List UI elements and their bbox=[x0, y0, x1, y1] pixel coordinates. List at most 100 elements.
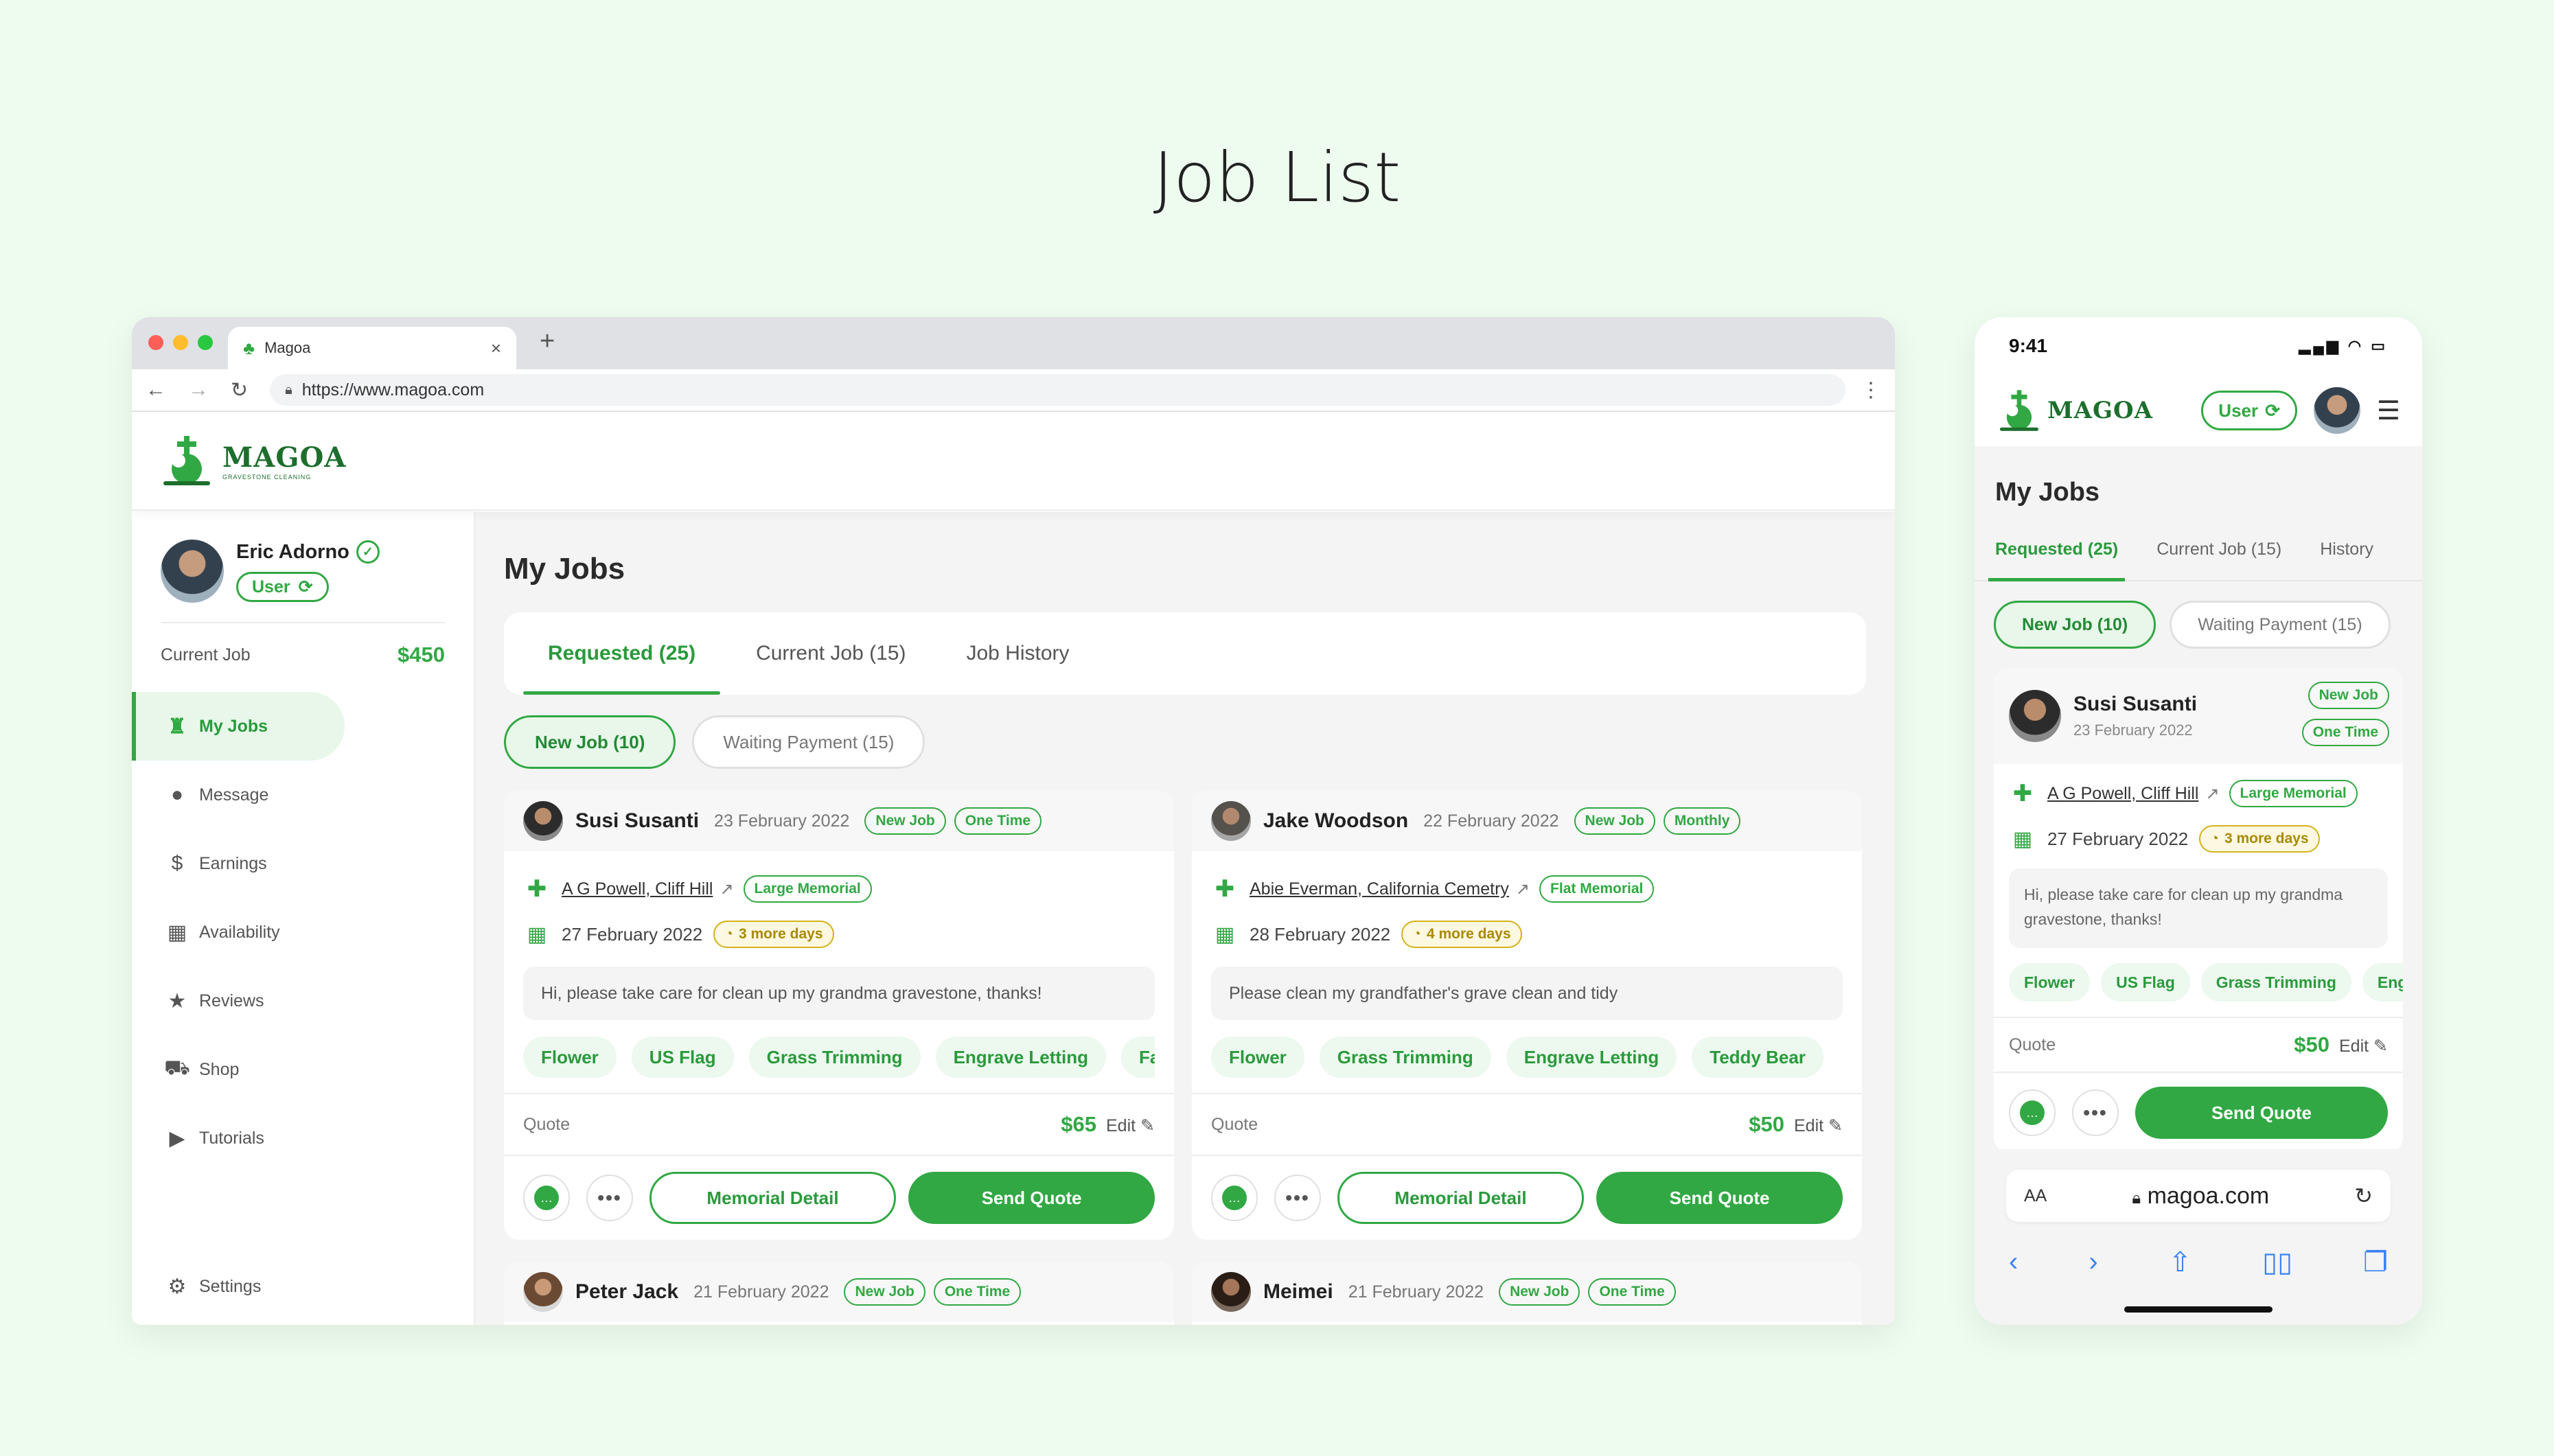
sidebar-item-message[interactable]: ● Message bbox=[132, 761, 474, 829]
reload-icon[interactable]: ↻ bbox=[231, 378, 248, 402]
job-card-header: Jake Woodson 22 February 2022 New Job Mo… bbox=[1192, 791, 1862, 851]
more-icon: ••• bbox=[1285, 1187, 1310, 1208]
verified-icon: ✓ bbox=[356, 540, 380, 564]
more-options-button[interactable]: ••• bbox=[1274, 1175, 1321, 1221]
job-card-actions: … ••• Memorial Detail Send Quote bbox=[504, 1155, 1174, 1240]
new-tab-button[interactable]: + bbox=[540, 327, 555, 356]
back-icon[interactable]: ‹ bbox=[2009, 1247, 2018, 1278]
tab-history[interactable]: History bbox=[2320, 518, 2373, 580]
filter-new-job[interactable]: New Job (10) bbox=[504, 715, 676, 769]
job-card-grid: Susi Susanti 23 February 2022 New Job On… bbox=[504, 791, 1866, 1325]
external-link-icon[interactable]: ↗ bbox=[2205, 784, 2219, 804]
sidebar-item-availability[interactable]: ▦ Availability bbox=[132, 898, 474, 967]
send-quote-button[interactable]: Send Quote bbox=[2135, 1087, 2388, 1139]
more-options-button[interactable]: ••• bbox=[2072, 1089, 2119, 1136]
cart-icon: ⛟ bbox=[164, 1056, 190, 1079]
broom-icon: ♜ bbox=[168, 715, 187, 738]
tabs-icon[interactable]: ❐ bbox=[2363, 1247, 2388, 1278]
memorial-detail-button[interactable]: Memorial Detail bbox=[649, 1172, 897, 1224]
profile-block: Eric Adorno ✓ User ⟳ bbox=[132, 512, 474, 603]
chat-icon: ● bbox=[170, 783, 184, 806]
service-chips: Flower US Flag Grass Trimming Engrave Le… bbox=[2009, 963, 2403, 1002]
filter-waiting-payment[interactable]: Waiting Payment (15) bbox=[692, 715, 925, 769]
reload-icon[interactable]: ↻ bbox=[2354, 1183, 2373, 1209]
sidebar-item-reviews[interactable]: ★ Reviews bbox=[132, 967, 474, 1035]
text-size-button[interactable]: AA bbox=[2024, 1186, 2047, 1206]
chat-button[interactable]: … bbox=[2009, 1089, 2056, 1136]
edit-quote-button[interactable]: Edit ✎ bbox=[2339, 1037, 2388, 1056]
status-time: 9:41 bbox=[2009, 335, 2048, 356]
sidebar-item-tutorials[interactable]: ▶ Tutorials bbox=[132, 1104, 474, 1172]
role-switch-button[interactable]: User ⟳ bbox=[236, 572, 329, 602]
close-window-dot[interactable] bbox=[148, 335, 163, 350]
role-switch-button[interactable]: User ⟳ bbox=[2201, 391, 2297, 430]
forward-icon[interactable]: → bbox=[188, 378, 209, 402]
browser-tab[interactable]: ♣ Magoa × bbox=[228, 327, 516, 369]
tab-requested[interactable]: Requested (25) bbox=[522, 612, 721, 695]
home-indicator bbox=[2124, 1306, 2273, 1313]
browser-tab-strip: ♣ Magoa × + bbox=[132, 317, 1895, 369]
bookmarks-icon[interactable]: ▯▯ bbox=[2262, 1247, 2292, 1278]
forward-icon[interactable]: › bbox=[2089, 1247, 2097, 1278]
customer-avatar bbox=[2009, 690, 2061, 742]
sidebar-item-label: Message bbox=[199, 785, 269, 805]
location-link[interactable]: A G Powell, Cliff Hill bbox=[562, 879, 713, 899]
customer-avatar bbox=[523, 801, 563, 841]
quote-label: Quote bbox=[523, 1114, 571, 1134]
chat-button[interactable]: … bbox=[523, 1175, 570, 1221]
edit-quote-button[interactable]: Edit ✎ bbox=[1106, 1116, 1155, 1135]
role-label: User bbox=[252, 577, 290, 597]
tab-title: Magoa bbox=[264, 339, 311, 356]
tab-requested[interactable]: Requested (25) bbox=[1988, 518, 2126, 581]
sidebar-item-shop[interactable]: ⛟ Shop bbox=[132, 1035, 474, 1104]
hamburger-menu-icon[interactable]: ☰ bbox=[2377, 395, 2400, 426]
external-link-icon[interactable]: ↗ bbox=[720, 879, 733, 899]
more-icon: ••• bbox=[2083, 1102, 2108, 1123]
service-chip: Flower bbox=[2009, 963, 2091, 1002]
job-card-actions: … ••• Send Quote bbox=[1994, 1072, 2403, 1153]
magoa-logo[interactable]: MAGOA GRAVESTONE CLEANING bbox=[159, 433, 346, 488]
logo-icon[interactable] bbox=[1997, 388, 2042, 433]
tab-current-job[interactable]: Current Job (15) bbox=[2156, 518, 2281, 580]
location-link[interactable]: A G Powell, Cliff Hill bbox=[2047, 784, 2198, 804]
browser-menu-icon[interactable]: ⋮ bbox=[1861, 378, 1881, 402]
minimize-window-dot[interactable] bbox=[173, 335, 188, 350]
tab-close-icon[interactable]: × bbox=[491, 338, 501, 359]
job-type-tag: New Job bbox=[2308, 682, 2389, 709]
pencil-icon: ✎ bbox=[1828, 1116, 1843, 1135]
current-job-label: Current Job bbox=[161, 645, 251, 665]
sidebar-item-settings[interactable]: ⚙ Settings bbox=[132, 1252, 262, 1321]
sidebar-item-earnings[interactable]: $ Earnings bbox=[132, 829, 474, 898]
maximize-window-dot[interactable] bbox=[198, 335, 213, 350]
location-link[interactable]: Abie Everman, California Cemetry bbox=[1250, 879, 1509, 899]
url-text: https://www.magoa.com bbox=[301, 380, 485, 400]
current-job-summary: Current Job $450 bbox=[161, 622, 445, 667]
share-icon[interactable]: ⇧ bbox=[2169, 1247, 2192, 1278]
switch-icon: ⟳ bbox=[298, 577, 313, 597]
sidebar-item-my-jobs[interactable]: ♜ My Jobs bbox=[132, 692, 345, 761]
send-quote-button[interactable]: Send Quote bbox=[908, 1172, 1155, 1224]
service-chip: Flower bbox=[1211, 1037, 1304, 1078]
favicon-icon: ♣ bbox=[243, 337, 255, 358]
send-quote-button[interactable]: Send Quote bbox=[1596, 1172, 1843, 1224]
avatar[interactable] bbox=[161, 540, 224, 603]
filter-waiting-payment[interactable]: Waiting Payment (15) bbox=[2170, 601, 2391, 649]
chat-button[interactable]: … bbox=[1211, 1175, 1258, 1221]
mobile-app-header: MAGOA User ⟳ ☰ bbox=[1975, 375, 2422, 446]
avatar[interactable] bbox=[2313, 387, 2360, 434]
url-bar[interactable]: 🔒︎ https://www.magoa.com bbox=[270, 374, 1845, 406]
tab-job-history[interactable]: Job History bbox=[967, 612, 1070, 695]
quote-row: Quote $50 Edit ✎ bbox=[1192, 1093, 1862, 1155]
customer-avatar bbox=[1211, 1272, 1251, 1312]
back-icon[interactable]: ← bbox=[146, 378, 166, 402]
more-options-button[interactable]: ••• bbox=[586, 1175, 633, 1221]
filter-new-job[interactable]: New Job (10) bbox=[1994, 601, 2156, 649]
edit-quote-button[interactable]: Edit ✎ bbox=[1794, 1116, 1843, 1135]
mobile-phone-frame: 9:41 ▂▄▆ ◠ ▭ MAGOA User ⟳ ☰ My Jobs Reque… bbox=[1975, 317, 2422, 1325]
external-link-icon[interactable]: ↗ bbox=[1516, 879, 1530, 899]
tab-current-job[interactable]: Current Job (15) bbox=[756, 612, 906, 695]
safari-url-bar[interactable]: AA 🔒︎ magoa.com ↻ bbox=[2006, 1170, 2391, 1222]
sidebar-item-label: Earnings bbox=[199, 853, 267, 873]
grave-location-icon: ✚ bbox=[527, 876, 547, 902]
memorial-detail-button[interactable]: Memorial Detail bbox=[1337, 1172, 1585, 1224]
